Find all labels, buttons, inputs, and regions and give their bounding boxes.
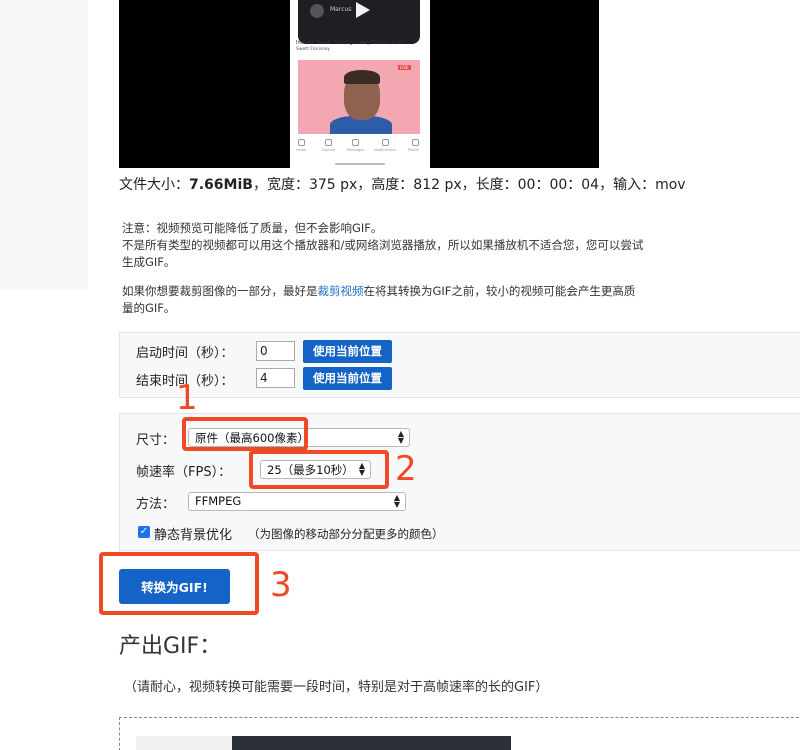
file-size-label: 文件大小： [119,177,189,193]
post-photo: LIVE [298,60,420,134]
left-margin-panel [0,0,88,290]
photo-hair [344,70,380,84]
method-select[interactable]: FFMPEG ▲ ▼ [188,492,406,511]
note-line: 注意：视频预览可能降低了质量，但不会影响GIF。 [122,221,383,235]
static-background-checkbox[interactable]: ✓ [138,526,150,538]
play-icon[interactable] [356,2,370,18]
messages-tab-icon [352,139,359,146]
home-tab-icon [298,139,305,146]
post-caption: Instant Tweak: The Right Way To Start A … [296,40,404,46]
annotation-frame-convert [99,552,259,615]
size-label: 尺寸： [136,433,176,448]
file-info: 文件大小：7.66MiB，宽度：375 px，高度：812 px，长度：00：0… [119,174,686,194]
crop-tip: 如果你想要裁剪图像的一部分，最好是裁剪视频在将其转换为GIF之前，较小的视频可能… [122,283,642,317]
start-time-input[interactable] [256,341,295,361]
post-author: Marcus [330,6,352,13]
method-select-value: FFMPEG [195,494,242,508]
use-current-position-end-button[interactable]: 使用当前位置 [303,367,392,390]
annotation-frame-fps [249,450,389,489]
output-title: 产出GIF： [119,634,222,659]
crop-tip-text: 如果你想要裁剪图像的一部分，最好是 [122,284,318,298]
file-dimensions: ，宽度：375 px，高度：812 px，长度：00：00：04，输入：mov [252,177,686,193]
crop-video-link[interactable]: 裁剪视频 [318,284,364,298]
live-badge: LIVE [398,65,411,70]
file-size-value: 7.66MiB [189,177,253,193]
profile-tab-icon [412,139,419,146]
tab-label: Explore [322,148,336,152]
output-note: （请耐心，视频转换可能需要一段时间，特别是对于高帧速率的长的GIF） [124,680,549,695]
annotation-number-2: 2 [395,449,417,489]
explore-tab-icon [325,139,332,146]
end-time-input[interactable] [256,368,295,388]
start-time-label: 启动时间（秒）： [136,346,234,361]
tab-label: Home [296,148,307,152]
home-indicator [335,163,385,165]
tab-label: Notifications [374,148,396,152]
select-arrows-icon: ▲ ▼ [393,493,400,509]
preview-note: 注意：视频预览可能降低了质量，但不会影响GIF。 不是所有类型的视频都可以用这个… [122,220,652,271]
annotation-number-1: 1 [176,378,198,418]
phone-tab-bar: Home Explore Messages Notifications Prof… [290,134,430,168]
annotation-number-3: 3 [270,565,292,605]
avatar [310,4,324,18]
method-label: 方法： [136,497,176,512]
tab-label: Profile [408,148,419,152]
output-gif-preview-dark [232,736,511,750]
tab-label: Messages [347,148,365,152]
select-arrows-icon: ▲ ▼ [397,429,404,445]
notifications-tab-icon [382,139,389,146]
fps-label: 帧速率（FPS）： [136,465,232,480]
static-background-label: 静态背景优化 [154,528,233,543]
use-current-position-start-button[interactable]: 使用当前位置 [303,340,392,363]
video-frame-phone-screen: Marcus Instant Tweak: The Right Way To S… [290,0,430,168]
annotation-frame-size [182,417,308,451]
post-card: Marcus [298,0,420,44]
note-line: 不是所有类型的视频都可以用这个播放器和/或网络浏览器播放，所以如果播放机不适合您… [122,238,644,269]
post-subtitle: Swett Florissey [296,47,331,52]
static-background-description: （为图像的移动部分分配更多的颜色） [248,527,444,541]
